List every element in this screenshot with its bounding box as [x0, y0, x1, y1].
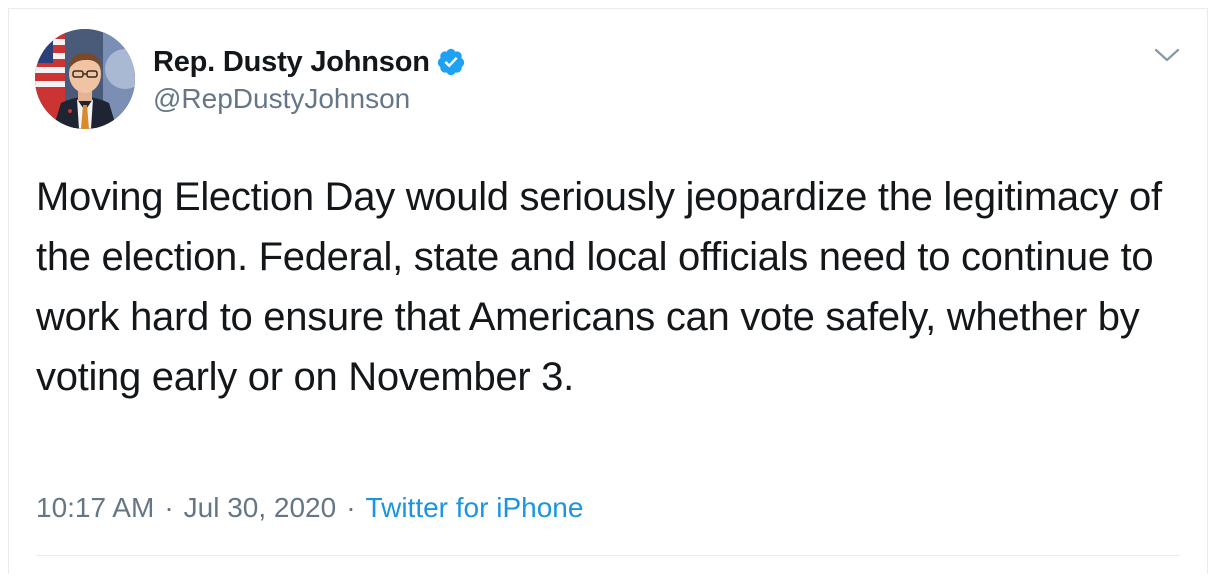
- tweet-date[interactable]: Jul 30, 2020: [184, 492, 337, 524]
- name-row: Rep. Dusty Johnson: [153, 46, 466, 79]
- chevron-down-icon[interactable]: [1153, 45, 1181, 65]
- divider: [36, 555, 1180, 556]
- tweet-text: Moving Election Day would seriously jeop…: [36, 175, 1162, 399]
- meta-separator: ·: [164, 492, 174, 523]
- display-name[interactable]: Rep. Dusty Johnson: [153, 46, 430, 79]
- verified-badge-icon: [436, 47, 466, 77]
- avatar-image: [35, 29, 135, 129]
- author-names: Rep. Dusty Johnson @RepDustyJohnson: [153, 46, 466, 115]
- tweet-source-link[interactable]: Twitter for iPhone: [366, 492, 584, 524]
- author-handle[interactable]: @RepDustyJohnson: [153, 83, 466, 115]
- avatar[interactable]: [35, 29, 135, 129]
- meta-separator: ·: [346, 492, 356, 523]
- tweet-header: Rep. Dusty Johnson @RepDustyJohnson: [35, 29, 466, 129]
- tweet-meta: 10:17 AM · Jul 30, 2020 · Twitter for iP…: [36, 492, 583, 524]
- tweet-card: Rep. Dusty Johnson @RepDustyJohnson Movi…: [8, 8, 1208, 574]
- tweet-time[interactable]: 10:17 AM: [36, 492, 154, 524]
